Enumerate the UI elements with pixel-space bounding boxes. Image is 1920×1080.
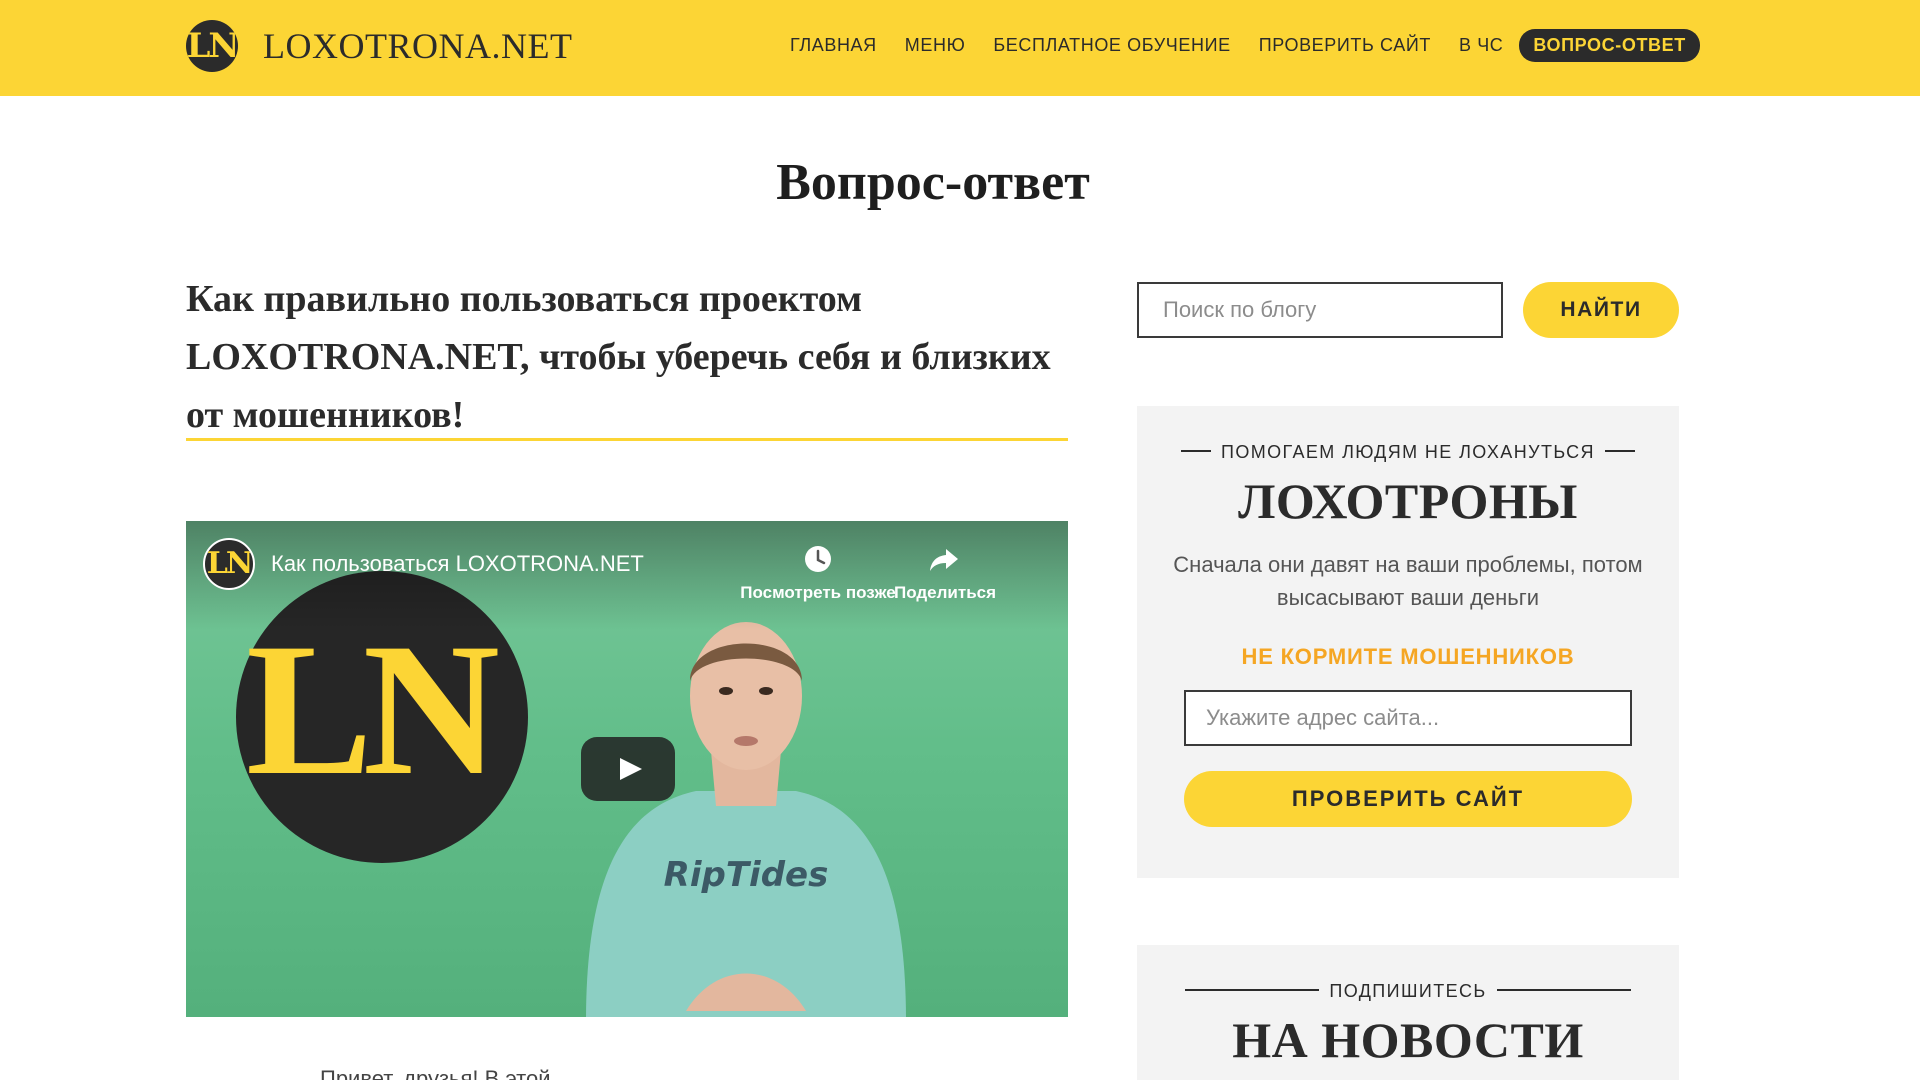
site-logo[interactable]: LN LOXOTRONA.NET	[186, 20, 572, 72]
logo-mark-letters: LN	[186, 26, 239, 66]
nav-item-faq[interactable]: ВОПРОС-ОТВЕТ	[1519, 28, 1700, 62]
presenter-figure: RipTides	[586, 622, 906, 1017]
share-arrow-icon	[930, 549, 958, 571]
subscribe-dash-right	[1496, 989, 1631, 992]
share-button[interactable]: Поделиться	[894, 541, 997, 603]
check-site-button[interactable]: ПРОВЕРИТЬ САЙТ	[1184, 771, 1632, 827]
search-button[interactable]: НАЙТИ	[1523, 282, 1679, 338]
widget-accent-text: НЕ КОРМИТЕ МОШЕННИКОВ	[1241, 644, 1575, 669]
subscribe-widget: ПОДПИШИТЕСЬ НА НОВОСТИ	[1137, 945, 1679, 1080]
nav-item-menu[interactable]: МЕНЮ	[905, 35, 966, 56]
subscribe-kicker: ПОДПИШИТЕСЬ	[1137, 981, 1679, 1002]
widget-kicker-text: ПОМОГАЕМ ЛЮДЯМ НЕ ЛОХАНУТЬСЯ	[1221, 442, 1595, 462]
nav-item-check-site[interactable]: ПРОВЕРИТЬ САЙТ	[1259, 35, 1431, 56]
shirt-text: RipTides	[664, 855, 829, 895]
channel-avatar-letters: LN	[206, 546, 253, 581]
video-title[interactable]: Как пользоваться LOXOTRONA.NET	[271, 551, 644, 577]
clock-icon	[805, 546, 831, 572]
logo-text: LOXOTRONA.NET	[263, 26, 573, 66]
title-underline	[186, 438, 1068, 441]
nav-item-free-training[interactable]: БЕСПЛАТНОЕ ОБУЧЕНИЕ	[993, 35, 1230, 56]
subscribe-dash-left	[1185, 989, 1320, 992]
play-icon[interactable]	[581, 737, 675, 801]
article-title[interactable]: Как правильно пользоваться проектом LOXO…	[186, 270, 1072, 444]
nav-item-home[interactable]: ГЛАВНАЯ	[790, 35, 877, 56]
share-label: Поделиться	[894, 583, 997, 602]
watch-later-button[interactable]: Посмотреть позже	[733, 541, 903, 603]
kicker-dash-right	[1604, 450, 1635, 453]
page-title: Вопрос-ответ	[776, 154, 1090, 211]
kicker-dash-left	[1181, 450, 1212, 453]
site-header: LN LOXOTRONA.NET ГЛАВНАЯ МЕНЮ БЕСПЛАТНОЕ…	[0, 0, 1920, 96]
blog-search-input[interactable]	[1137, 282, 1503, 338]
watch-later-label: Посмотреть позже	[740, 583, 896, 602]
subscribe-heading: НА НОВОСТИ	[1232, 1012, 1584, 1068]
nav-item-blacklist[interactable]: В ЧС	[1459, 35, 1503, 56]
logo-mark: LN	[186, 20, 238, 72]
widget-description: Сначала они давят на ваши проблемы, пото…	[1173, 552, 1643, 610]
subscribe-kicker-text: ПОДПИШИТЕСЬ	[1329, 981, 1487, 1001]
channel-avatar[interactable]: LN	[203, 538, 255, 590]
site-address-input[interactable]	[1184, 690, 1632, 746]
scams-widget: ПОМОГАЕМ ЛЮДЯМ НЕ ЛОХАНУТЬСЯ ЛОХОТРОНЫ С…	[1137, 406, 1679, 878]
widget-heading: ЛОХОТРОНЫ	[1238, 473, 1578, 529]
widget-kicker: ПОМОГАЕМ ЛЮДЯМ НЕ ЛОХАНУТЬСЯ	[1137, 442, 1679, 463]
video-player[interactable]: LN RipTides LN Как пользоваться LOXOTRON…	[186, 521, 1068, 1017]
video-big-logo-letters: LN	[246, 605, 500, 815]
article-teaser: Привет, друзья! В этой	[320, 1066, 551, 1080]
main-nav: ГЛАВНАЯ МЕНЮ БЕСПЛАТНОЕ ОБУЧЕНИЕ ПРОВЕРИ…	[790, 28, 1700, 62]
